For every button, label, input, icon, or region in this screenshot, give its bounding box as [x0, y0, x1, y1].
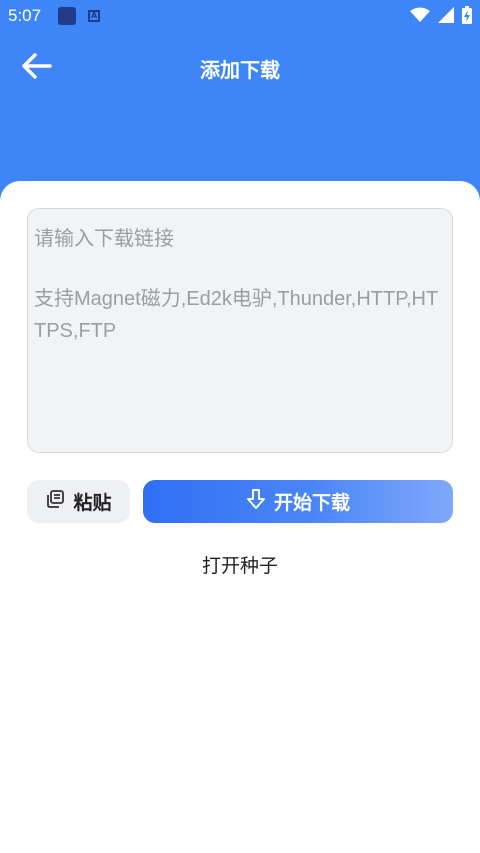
status-icons — [410, 6, 472, 28]
content-sheet: 请输入下载链接 支持Magnet磁力,Ed2k电驴,Thunder,HTTP,H… — [0, 181, 480, 853]
page-title: 添加下载 — [200, 58, 280, 82]
app-bar: 添加下载 — [0, 32, 480, 104]
app-notification-icon — [58, 7, 77, 25]
supported-protocols-hint: 支持Magnet磁力,Ed2k电驴,Thunder,HTTP,HTTPS,FTP — [34, 288, 439, 342]
status-time: 5:07 — [8, 6, 42, 25]
open-torrent-link[interactable]: 打开种子 — [0, 551, 480, 578]
paste-label: 粘贴 — [73, 492, 112, 514]
battery-charging-icon — [462, 6, 472, 28]
wifi-icon — [410, 7, 430, 27]
start-download-label: 开始下载 — [273, 492, 350, 514]
link-input-placeholder: 请输入下载链接 — [34, 228, 174, 250]
paste-button[interactable]: 粘贴 — [27, 480, 130, 523]
download-arrow-icon — [246, 488, 266, 515]
download-link-input[interactable]: 请输入下载链接 支持Magnet磁力,Ed2k电驴,Thunder,HTTP,H… — [27, 208, 453, 453]
copy-icon — [45, 489, 65, 514]
accessibility-notification-icon: A — [88, 10, 101, 22]
signal-icon — [438, 7, 454, 27]
start-download-button[interactable]: 开始下载 — [143, 480, 453, 523]
status-bar: 5:07 A — [0, 0, 480, 32]
